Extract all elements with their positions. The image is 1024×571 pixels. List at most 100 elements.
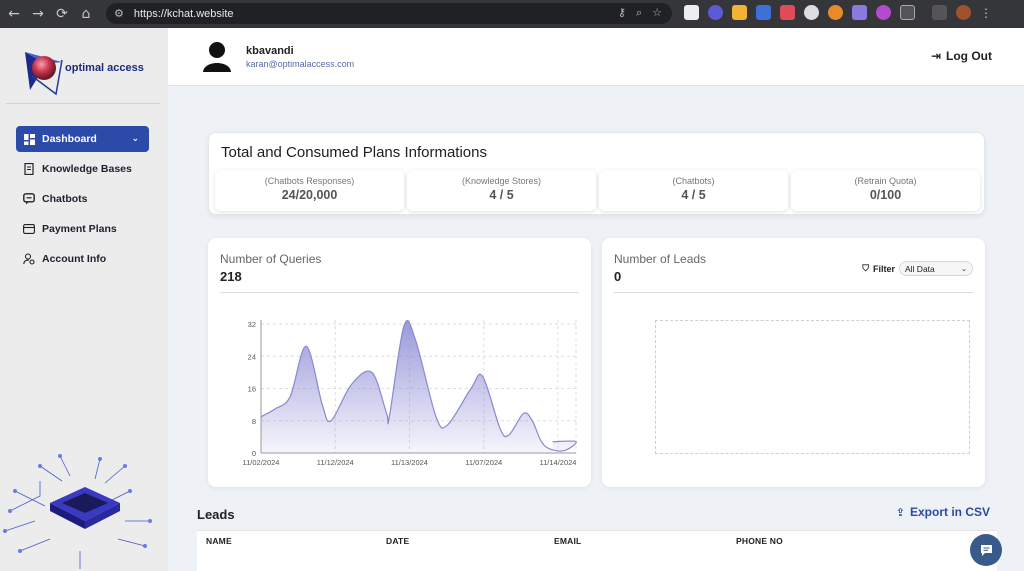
sidebar-item-label: Account Info <box>42 253 107 265</box>
sidebar-item-label: Chatbots <box>42 193 88 205</box>
y-tick-label: 32 <box>248 320 256 329</box>
x-tick-label: 11/12/2024 <box>317 458 354 467</box>
column-header-email[interactable]: EMAIL <box>554 536 581 546</box>
user-settings-icon <box>22 252 36 266</box>
extension-icon[interactable] <box>852 5 867 20</box>
sidebar-item-dashboard[interactable]: Dashboard ⌄ <box>16 126 149 152</box>
x-tick-label: 11/13/2024 <box>391 458 428 467</box>
funnel-icon: ⛉ <box>862 263 869 274</box>
stat-value: 4 / 5 <box>489 188 514 202</box>
filter-label: Filter <box>872 263 895 274</box>
bookmark-star-icon[interactable]: ☆ <box>652 6 662 20</box>
stat-label: (Chatbots) <box>672 176 715 186</box>
circuit-chip-illustration <box>3 454 152 569</box>
sidebar-item-payment-plans[interactable]: Payment Plans <box>16 216 149 242</box>
column-header-name[interactable]: NAME <box>206 536 232 546</box>
home-icon[interactable]: ⌂ <box>74 2 98 26</box>
chevron-down-icon: ⌄ <box>131 134 139 144</box>
back-icon[interactable]: ← <box>2 2 26 26</box>
stat-value: 24/20,000 <box>281 188 338 202</box>
browser-toolbar: ← → ⟳ ⌂ ⚙ https://kchat.website ⚷ ⌕ ☆ ⋮ <box>0 0 1024 28</box>
card-divider <box>614 292 973 293</box>
sidebar-item-label: Knowledge Bases <box>42 163 132 175</box>
y-tick-label: 24 <box>248 352 256 361</box>
plans-title: Total and Consumed Plans Informations <box>221 144 487 161</box>
leads-chart-title: Number of Leads <box>614 252 707 266</box>
sidebar: optimal access Dashboard ⌄ Knowledge Bas… <box>0 28 168 571</box>
stat-label: (Chatbots Responses) <box>264 176 355 186</box>
site-settings-icon[interactable]: ⚙ <box>114 7 124 20</box>
user-name: kbavandi <box>246 45 294 57</box>
sidebar-item-label: Dashboard <box>42 133 97 145</box>
stat-retrain-quota: (Retrain Quota) 0/100 <box>791 170 980 211</box>
chat-bubble-icon <box>980 544 992 556</box>
grid-icon <box>22 132 36 146</box>
filter-select[interactable]: All Data ⌄ <box>899 261 973 276</box>
address-bar[interactable]: ⚙ https://kchat.website ⚷ ⌕ ☆ <box>106 3 672 24</box>
stat-label: (Knowledge Stores) <box>461 176 542 186</box>
reload-icon[interactable]: ⟳ <box>50 2 74 26</box>
column-header-date[interactable]: DATE <box>386 536 409 546</box>
stat-knowledge-stores: (Knowledge Stores) 4 / 5 <box>407 170 596 211</box>
y-tick-label: 0 <box>252 449 256 458</box>
leads-count: 0 <box>614 269 622 284</box>
logout-label: Log Out <box>946 49 992 63</box>
logout-icon: ⇥ <box>930 49 942 63</box>
x-tick-label: 11/07/2024 <box>465 458 502 467</box>
filter-selected-value: All Data <box>905 263 935 274</box>
export-csv-button[interactable]: ⇪ Export in CSV <box>896 505 990 519</box>
sidebar-item-account-info[interactable]: Account Info <box>16 246 149 272</box>
extension-icon[interactable] <box>756 5 771 20</box>
logo-text: optimal access <box>65 62 144 74</box>
leads-chart-card: Number of Leads 0 ⛉ Filter All Data ⌄ <box>602 238 985 487</box>
puzzle-extensions-icon[interactable] <box>900 5 915 20</box>
logout-button[interactable]: ⇥ Log Out <box>931 49 992 63</box>
password-key-icon[interactable]: ⚷ <box>618 6 626 20</box>
y-tick-label: 16 <box>248 385 256 394</box>
card-icon <box>22 222 36 236</box>
queries-card: Number of Queries 218 0 8 16 24 32 11/02/2024… <box>208 238 591 487</box>
x-tick-label: 11/14/2024 <box>540 458 577 467</box>
plans-info-card: Total and Consumed Plans Informations (C… <box>208 132 985 215</box>
chevron-down-icon: ⌄ <box>961 264 967 273</box>
y-tick-label: 8 <box>252 417 256 426</box>
sidebar-item-chatbots[interactable]: Chatbots <box>16 186 149 212</box>
series-area <box>261 320 577 453</box>
url-text: https://kchat.website <box>133 7 234 20</box>
book-icon <box>22 162 36 176</box>
reading-list-icon[interactable] <box>932 5 947 20</box>
user-email: karan@optimalaccess.com <box>246 59 355 69</box>
stat-chatbots: (Chatbots) 4 / 5 <box>599 170 788 211</box>
leads-filter: ⛉ Filter All Data ⌄ <box>862 261 973 276</box>
profile-avatar-icon[interactable] <box>956 5 971 20</box>
zoom-icon[interactable]: ⌕ <box>636 6 642 20</box>
chat-widget-button[interactable] <box>970 534 1002 566</box>
leads-title: Leads <box>197 507 235 522</box>
avatar[interactable] <box>202 40 232 72</box>
upload-icon: ⇪ <box>895 505 905 519</box>
notion-extension-icon[interactable] <box>684 5 699 20</box>
stat-value: 0/100 <box>869 188 902 202</box>
sidebar-divider <box>6 103 160 104</box>
extensions-bar: ⋮ <box>684 5 992 20</box>
top-header: kbavandi karan@optimalaccess.com ⇥ Log O… <box>168 28 1024 86</box>
stat-chatbot-responses: (Chatbots Responses) 24/20,000 <box>215 170 404 211</box>
extension-icon[interactable] <box>732 5 747 20</box>
forward-icon[interactable]: → <box>26 2 50 26</box>
extension-icon[interactable] <box>804 5 819 20</box>
queries-area-chart: 0 8 16 24 32 11/02/2024 11/12/2024 11/13/2024 11… <box>243 320 577 467</box>
sidebar-menu: Dashboard ⌄ Knowledge Bases Chatbots Pay… <box>16 126 149 276</box>
extension-icon[interactable] <box>828 5 843 20</box>
sidebar-item-knowledge-bases[interactable]: Knowledge Bases <box>16 156 149 182</box>
sidebar-item-label: Payment Plans <box>42 223 117 235</box>
stat-label: (Retrain Quota) <box>854 176 917 186</box>
pocket-extension-icon[interactable] <box>780 5 795 20</box>
chat-icon <box>22 192 36 206</box>
extension-icon[interactable] <box>876 5 891 20</box>
empty-chart-area <box>655 320 970 454</box>
extension-icon[interactable] <box>708 5 723 20</box>
column-header-phone[interactable]: PHONE NO <box>736 536 783 546</box>
leads-table: NAME DATE EMAIL PHONE NO <box>197 530 997 571</box>
browser-menu-icon[interactable]: ⋮ <box>980 6 992 20</box>
export-label: Export in CSV <box>909 505 990 519</box>
